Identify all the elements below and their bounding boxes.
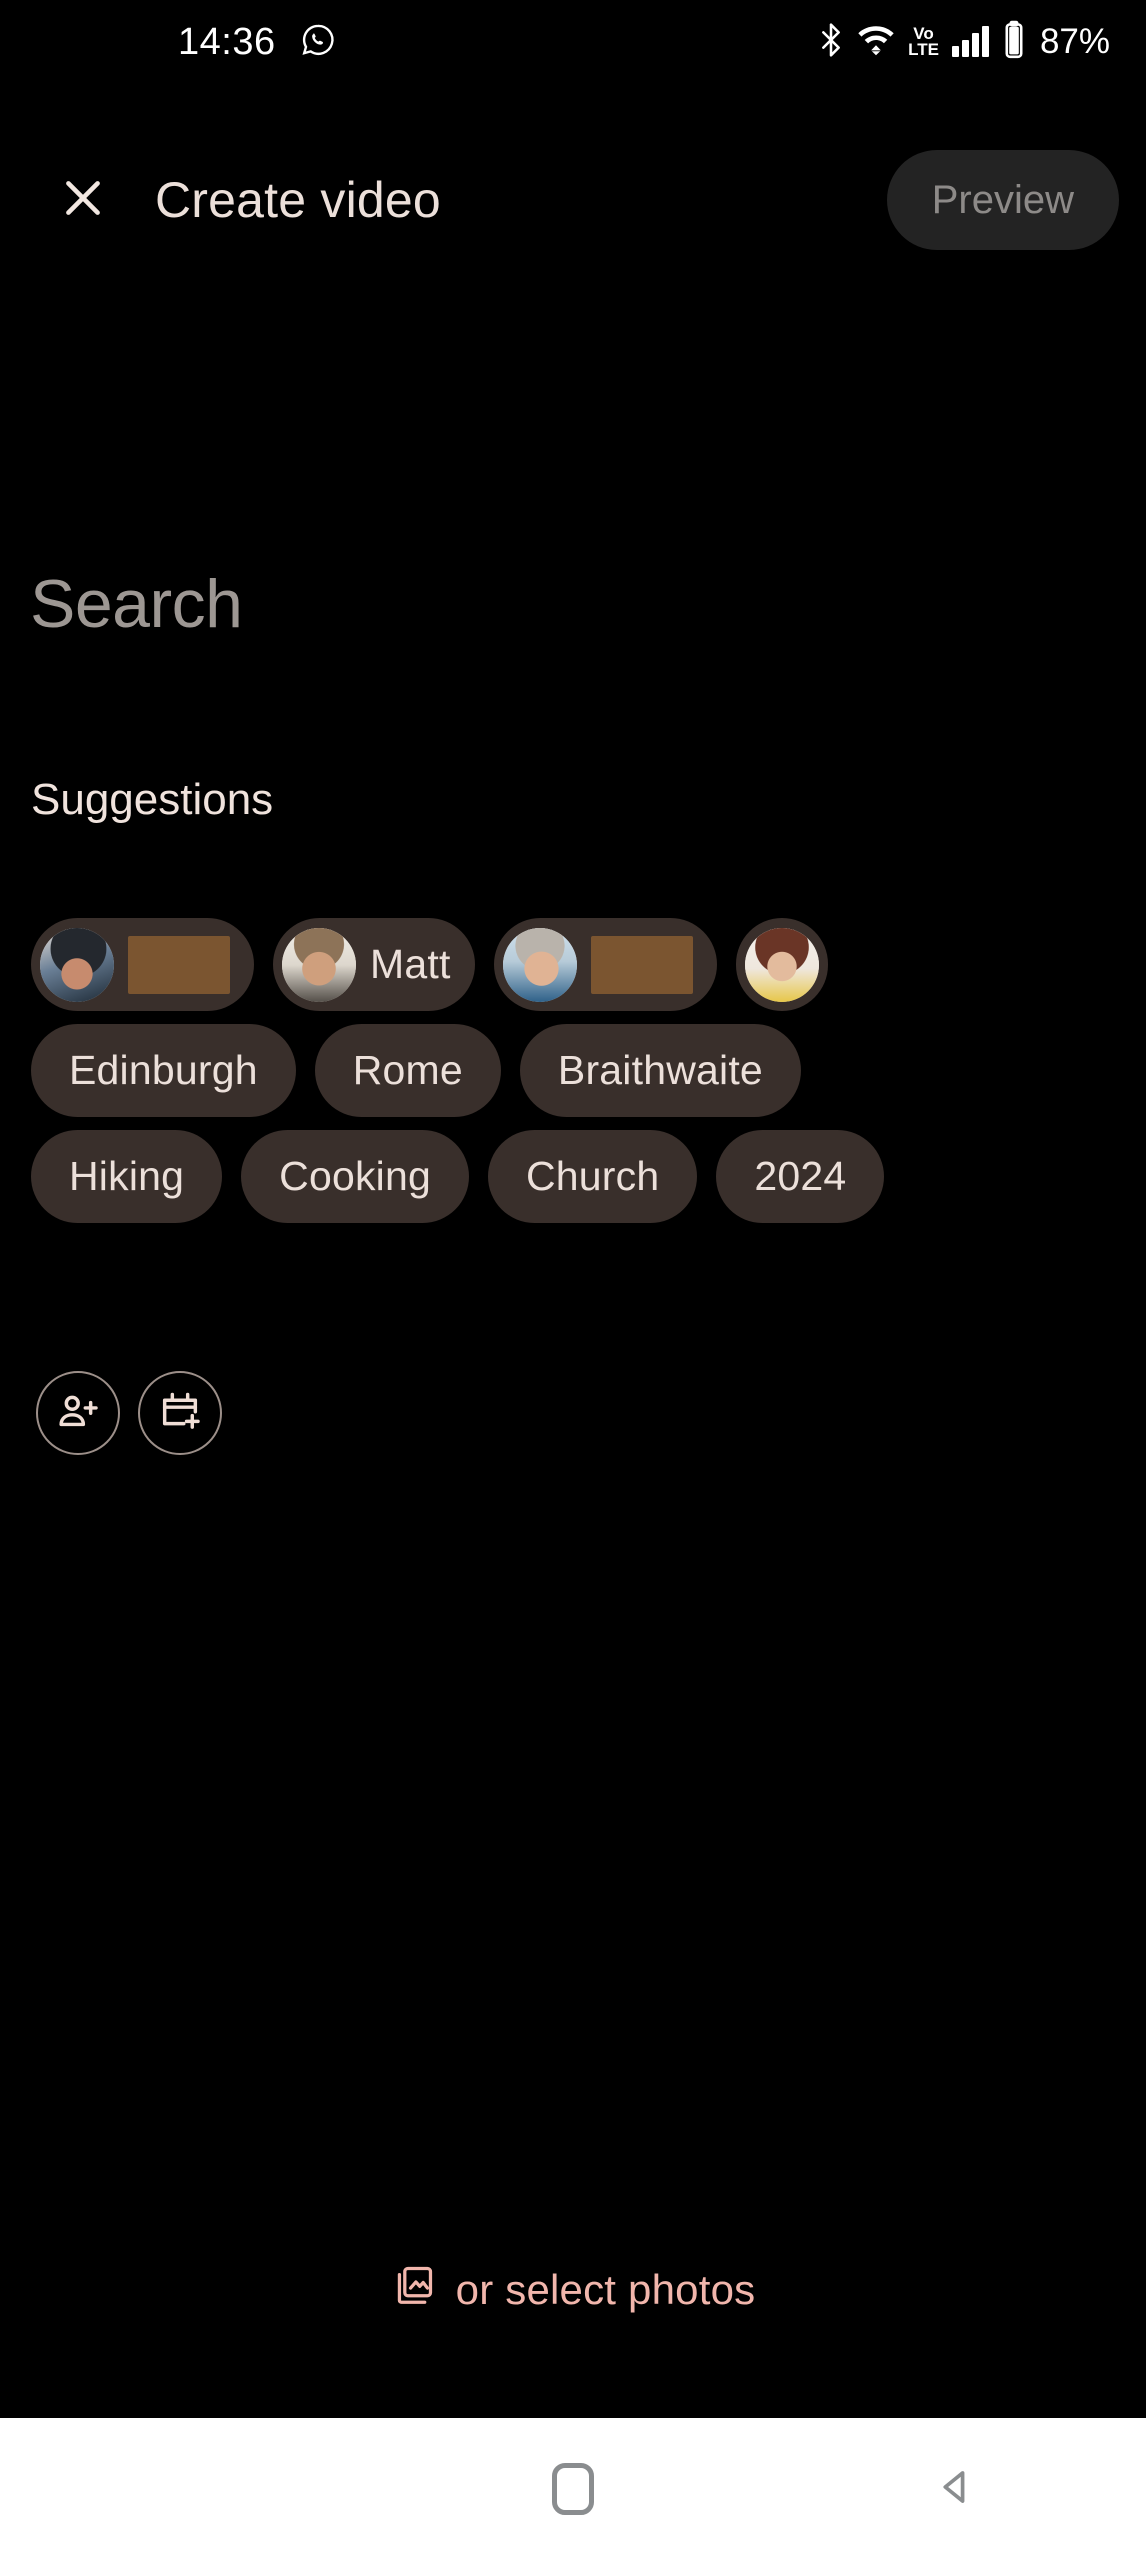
select-photos-button[interactable]: or select photos bbox=[0, 2262, 1146, 2318]
status-bar-right: Vo LTE 87% bbox=[818, 20, 1110, 65]
suggestion-chip[interactable]: Rome bbox=[314, 1024, 501, 1117]
person-suggestion-chip[interactable] bbox=[735, 918, 828, 1011]
suggestion-chip-rows: Matt Edinburgh Rome Braithwaite Hiking Cookin… bbox=[0, 918, 1146, 1236]
suggestion-chip-label: Hiking bbox=[69, 1153, 185, 1199]
preview-button[interactable]: Preview bbox=[886, 150, 1119, 250]
suggestion-chip-row: Edinburgh Rome Braithwaite bbox=[0, 1024, 1146, 1117]
volte-icon: Vo LTE bbox=[908, 25, 939, 59]
suggestion-chip-label: 2024 bbox=[754, 1153, 847, 1199]
suggestion-chip-label: Braithwaite bbox=[557, 1047, 763, 1093]
suggestions-heading: Suggestions bbox=[31, 775, 274, 824]
calendar-add-icon bbox=[157, 1388, 203, 1439]
avatar bbox=[282, 927, 356, 1002]
avatar bbox=[502, 927, 577, 1002]
volte-bottom-label: LTE bbox=[908, 40, 939, 59]
wifi-icon bbox=[857, 24, 895, 61]
person-add-icon bbox=[55, 1388, 101, 1439]
person-suggestion-chip[interactable] bbox=[493, 918, 717, 1011]
signal-bars-icon bbox=[951, 26, 989, 57]
back-icon bbox=[929, 2461, 981, 2518]
home-button[interactable] bbox=[382, 2463, 764, 2515]
page-title: Create video bbox=[155, 172, 441, 228]
suggestion-chip-label: Cooking bbox=[279, 1153, 431, 1199]
avatar bbox=[40, 927, 114, 1002]
back-button[interactable] bbox=[764, 2461, 1146, 2518]
bluetooth-icon bbox=[818, 22, 844, 62]
suggestion-chip[interactable]: Cooking bbox=[241, 1130, 469, 1223]
battery-icon bbox=[1002, 20, 1026, 65]
home-icon bbox=[551, 2463, 594, 2515]
person-chip-label: Matt bbox=[370, 941, 451, 987]
battery-percent-label: 87% bbox=[1039, 22, 1110, 61]
redacted-name-block bbox=[128, 935, 230, 994]
suggestion-chip-row: Hiking Cooking Church 2024 bbox=[0, 1130, 1146, 1223]
person-suggestion-chip[interactable] bbox=[31, 918, 254, 1011]
select-photos-label: or select photos bbox=[455, 2266, 756, 2313]
photo-library-icon bbox=[391, 2262, 437, 2318]
person-suggestion-chip[interactable]: Matt bbox=[273, 918, 475, 1011]
status-bar-clock: 14:36 bbox=[178, 20, 276, 63]
app-bar: Create video Preview bbox=[0, 144, 1146, 256]
suggestion-chip-label: Rome bbox=[352, 1047, 463, 1093]
close-button[interactable] bbox=[50, 167, 116, 233]
suggestion-chip[interactable]: Hiking bbox=[31, 1130, 223, 1223]
add-date-button[interactable] bbox=[138, 1371, 222, 1455]
status-bar: 14:36 Vo LTE 87% bbox=[0, 0, 1146, 84]
suggestion-chip[interactable]: Edinburgh bbox=[31, 1024, 296, 1117]
suggestion-chip[interactable]: Church bbox=[487, 1130, 698, 1223]
search-input[interactable]: Search bbox=[30, 565, 1030, 643]
suggestion-chip-label: Edinburgh bbox=[69, 1047, 258, 1093]
system-navigation-bar bbox=[0, 2418, 1146, 2560]
close-icon bbox=[58, 173, 108, 228]
suggestion-chip[interactable]: 2024 bbox=[716, 1130, 885, 1223]
redacted-name-block bbox=[590, 935, 693, 994]
suggestion-chip-row: Matt bbox=[0, 918, 1146, 1011]
suggestion-chip[interactable]: Braithwaite bbox=[519, 1024, 801, 1117]
action-circle-buttons bbox=[36, 1371, 222, 1455]
avatar bbox=[744, 927, 819, 1002]
status-bar-left: 14:36 bbox=[178, 21, 336, 64]
add-person-button[interactable] bbox=[36, 1371, 120, 1455]
suggestion-chip-label: Church bbox=[525, 1153, 660, 1199]
whatsapp-icon bbox=[300, 22, 336, 63]
